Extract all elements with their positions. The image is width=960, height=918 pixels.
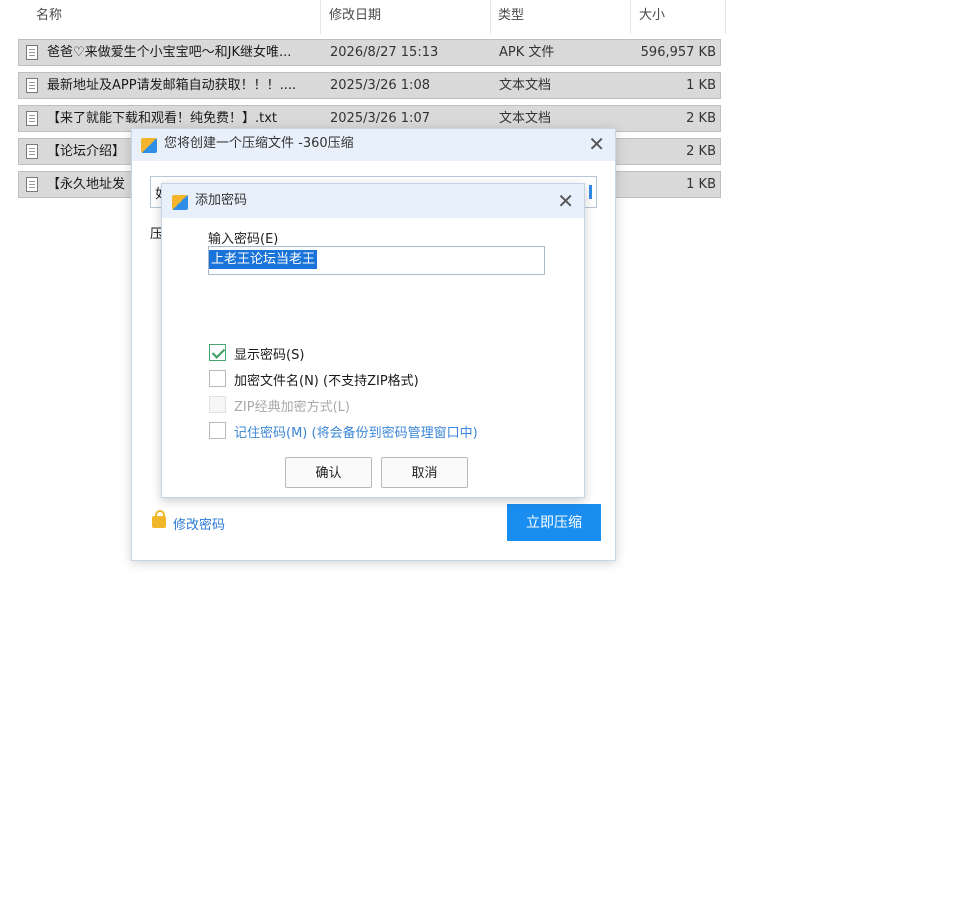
file-size: 1 KB <box>686 78 716 93</box>
remember-password-text: 记住密码(M) <box>234 426 308 441</box>
encrypt-filenames-note: (不支持ZIP格式) <box>318 374 419 389</box>
encrypt-filenames-text: 加密文件名(N) <box>234 374 319 389</box>
file-list-header: ^ 名称 修改日期 类型 大小 <box>18 0 726 36</box>
file-row[interactable]: 爸爸♡来做爱生个小宝宝吧～和JK继女唯... 2026/8/27 15:13 A… <box>18 39 721 66</box>
file-date: 2026/8/27 15:13 <box>330 45 439 60</box>
file-size: 596,957 KB <box>640 45 716 60</box>
add-password-title: 添加密码 <box>195 193 248 208</box>
file-size: 2 KB <box>686 144 716 159</box>
change-password-label: 修改密码 <box>173 518 226 533</box>
app-360zip-icon <box>141 138 157 153</box>
show-password-label[interactable]: 显示密码(S) <box>234 344 304 363</box>
column-divider[interactable] <box>320 0 321 34</box>
compress-now-button[interactable]: 立即压缩 <box>507 504 601 541</box>
add-password-dialog: 添加密码 ✕ 输入密码(E) 上老王论坛当老王 显示密码(S) 加密文件名(N)… <box>161 183 585 498</box>
remember-password-checkbox[interactable] <box>209 422 226 439</box>
file-row[interactable]: 最新地址及APP请发邮箱自动获取！！！.... 2025/3/26 1:08 文… <box>18 72 721 99</box>
show-password-checkbox[interactable] <box>209 344 226 361</box>
encrypt-filenames-checkbox[interactable] <box>209 370 226 387</box>
text-file-icon <box>26 177 38 192</box>
remember-password-note: (将会备份到密码管理窗口中) <box>307 426 478 441</box>
column-header-size[interactable]: 大小 <box>639 0 665 32</box>
file-size: 1 KB <box>686 177 716 192</box>
password-value-selected[interactable]: 上老王论坛当老王 <box>209 250 318 269</box>
file-name: 爸爸♡来做爱生个小宝宝吧～和JK继女唯... <box>47 45 292 60</box>
file-type: 文本文档 <box>499 78 552 93</box>
cancel-button[interactable]: 取消 <box>381 457 468 488</box>
compress-dialog-titlebar[interactable]: 您将创建一个压缩文件 -360压缩 ✕ <box>132 129 615 161</box>
zip-classic-encryption-label: ZIP经典加密方式(L) <box>234 400 350 415</box>
close-icon[interactable]: ✕ <box>557 191 574 211</box>
close-icon[interactable]: ✕ <box>588 134 605 154</box>
encrypt-filenames-label[interactable]: 加密文件名(N) (不支持ZIP格式) <box>234 370 419 389</box>
remember-password-label[interactable]: 记住密码(M) (将会备份到密码管理窗口中) <box>234 422 478 441</box>
lock-icon <box>152 510 166 528</box>
file-icon <box>26 45 38 60</box>
ok-button[interactable]: 确认 <box>285 457 372 488</box>
compress-dialog-title: 您将创建一个压缩文件 -360压缩 <box>164 136 354 151</box>
field-button[interactable] <box>589 185 592 199</box>
text-file-icon <box>26 78 38 93</box>
column-divider[interactable] <box>490 0 491 34</box>
zip-classic-encryption-checkbox <box>209 396 226 413</box>
column-divider[interactable] <box>725 0 726 34</box>
column-divider[interactable] <box>630 0 631 34</box>
column-header-name[interactable]: 名称 <box>36 0 62 32</box>
app-360zip-icon <box>172 195 188 210</box>
text-file-icon <box>26 144 38 159</box>
password-input-label: 输入密码(E) <box>208 232 279 247</box>
column-header-date[interactable]: 修改日期 <box>329 0 381 32</box>
file-name: 最新地址及APP请发邮箱自动获取！！！.... <box>47 78 297 93</box>
sort-ascending-icon: ^ <box>170 0 181 8</box>
column-header-type[interactable]: 类型 <box>498 0 524 32</box>
text-file-icon <box>26 111 38 126</box>
add-password-titlebar[interactable]: 添加密码 ✕ <box>162 184 584 218</box>
file-type: APK 文件 <box>499 45 555 60</box>
file-date: 2025/3/26 1:08 <box>330 78 430 93</box>
file-size: 2 KB <box>686 111 716 126</box>
